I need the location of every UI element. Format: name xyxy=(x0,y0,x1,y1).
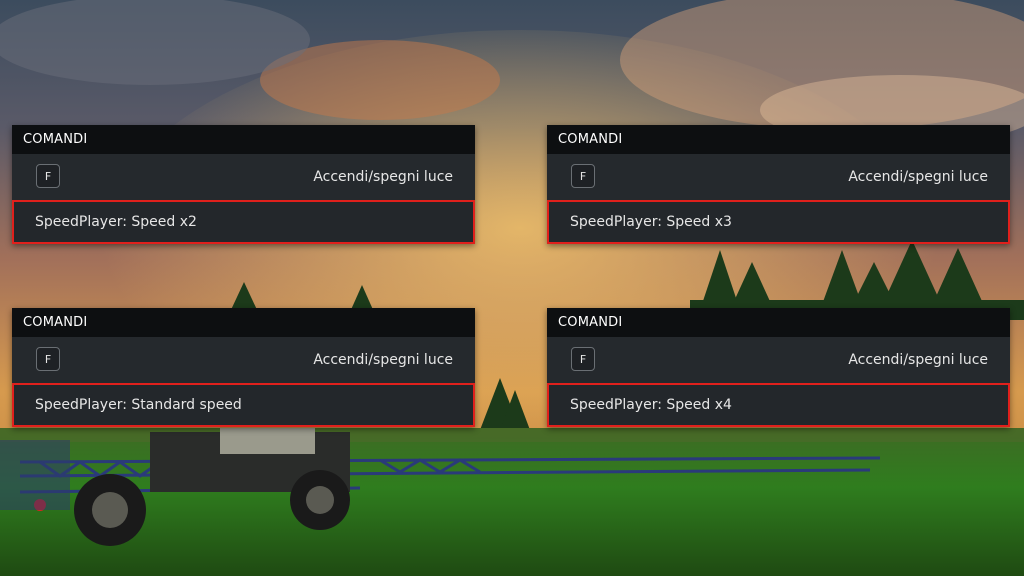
game-background-scene xyxy=(0,0,1024,576)
controls-panel-4: COMANDI F Accendi/spegni luce SpeedPlaye… xyxy=(547,308,1010,427)
speedplayer-row[interactable]: SpeedPlayer: Speed x4 xyxy=(547,383,1010,427)
key-f-icon: F xyxy=(571,164,595,188)
light-toggle-row[interactable]: F Accendi/spegni luce xyxy=(12,337,475,383)
action-label: Accendi/spegni luce xyxy=(848,169,988,185)
light-toggle-row[interactable]: F Accendi/spegni luce xyxy=(12,154,475,200)
speedplayer-row[interactable]: SpeedPlayer: Standard speed xyxy=(12,383,475,427)
controls-panel-3: COMANDI F Accendi/spegni luce SpeedPlaye… xyxy=(12,308,475,427)
panel-header: COMANDI xyxy=(12,308,475,337)
panel-header: COMANDI xyxy=(12,125,475,154)
controls-panel-2: COMANDI F Accendi/spegni luce SpeedPlaye… xyxy=(547,125,1010,244)
action-label: Accendi/spegni luce xyxy=(848,352,988,368)
panel-header: COMANDI xyxy=(547,308,1010,337)
key-f-icon: F xyxy=(36,347,60,371)
panel-header: COMANDI xyxy=(547,125,1010,154)
key-f-icon: F xyxy=(571,347,595,371)
controls-panel-1: COMANDI F Accendi/spegni luce SpeedPlaye… xyxy=(12,125,475,244)
action-label: Accendi/spegni luce xyxy=(313,169,453,185)
key-f-icon: F xyxy=(36,164,60,188)
light-toggle-row[interactable]: F Accendi/spegni luce xyxy=(547,154,1010,200)
speedplayer-row[interactable]: SpeedPlayer: Speed x3 xyxy=(547,200,1010,244)
speedplayer-row[interactable]: SpeedPlayer: Speed x2 xyxy=(12,200,475,244)
light-toggle-row[interactable]: F Accendi/spegni luce xyxy=(547,337,1010,383)
action-label: Accendi/spegni luce xyxy=(313,352,453,368)
